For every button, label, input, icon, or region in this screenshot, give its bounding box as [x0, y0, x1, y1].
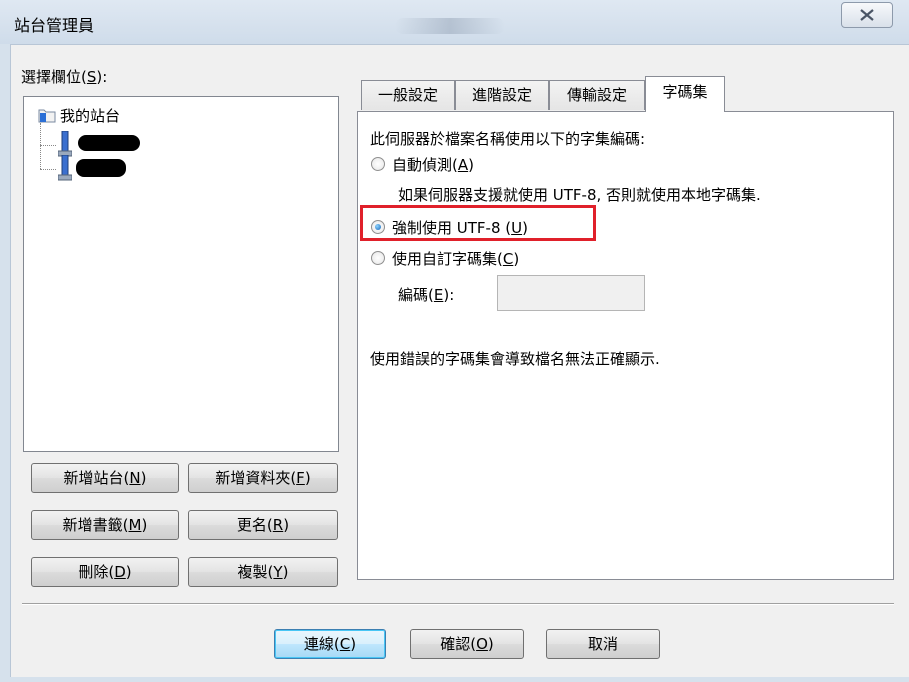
redacted-site-name — [76, 159, 126, 177]
delete-button[interactable]: 刪除(D) — [31, 557, 179, 587]
window-frame-left — [0, 44, 11, 682]
cancel-button[interactable]: 取消 — [546, 629, 660, 659]
close-icon — [860, 9, 874, 21]
tree-connector — [40, 123, 41, 169]
server-icon — [58, 155, 72, 181]
tab-general[interactable]: 一般設定 — [361, 80, 455, 110]
radio-custom-charset[interactable] — [371, 251, 385, 265]
tree-connector — [40, 169, 56, 170]
tree-root-label: 我的站台 — [60, 107, 121, 125]
auto-detect-description: 如果伺服器支援就使用 UTF-8, 否則就使用本地字碼集. — [398, 186, 761, 204]
folder-icon — [38, 109, 56, 123]
encoding-input[interactable] — [497, 275, 645, 311]
new-folder-button[interactable]: 新增資料夾(F) — [188, 463, 338, 493]
encoding-label: 編碼(E): — [398, 286, 455, 304]
copy-button[interactable]: 複製(Y) — [188, 557, 338, 587]
annotation-highlight-box — [360, 205, 596, 241]
ok-button[interactable]: 確認(O) — [410, 629, 524, 659]
custom-charset-label[interactable]: 使用自訂字碼集(C) — [392, 248, 519, 269]
connect-button[interactable]: 連線(C) — [274, 629, 386, 659]
close-button[interactable] — [841, 2, 893, 28]
auto-detect-label[interactable]: 自動偵測(A) — [392, 154, 474, 175]
site-tree[interactable]: 我的站台 — [23, 96, 339, 452]
window-title: 站台管理員 — [14, 16, 95, 35]
title-blur-decoration — [395, 18, 505, 34]
tree-connector — [40, 145, 56, 146]
tab-transfer[interactable]: 傳輸設定 — [549, 80, 645, 110]
title-bar[interactable]: 站台管理員 — [0, 0, 909, 45]
redacted-site-name — [78, 135, 140, 151]
server-icon — [58, 131, 72, 157]
charset-panel: 此伺服器於檔案名稱使用以下的字集編碼: 自動偵測(A) 如果伺服器支援就使用 U… — [357, 111, 894, 580]
charset-warning: 使用錯誤的字碼集會導致檔名無法正確顯示. — [370, 350, 660, 368]
tab-advanced[interactable]: 進階設定 — [455, 80, 549, 110]
separator — [22, 603, 894, 605]
charset-heading: 此伺服器於檔案名稱使用以下的字集編碼: — [370, 130, 646, 148]
radio-auto-detect[interactable] — [371, 157, 385, 171]
new-bookmark-button[interactable]: 新增書籤(M) — [31, 510, 179, 540]
window-frame-bottom — [0, 677, 909, 682]
new-site-button[interactable]: 新增站台(N) — [31, 463, 179, 493]
rename-button[interactable]: 更名(R) — [188, 510, 338, 540]
tab-charset[interactable]: 字碼集 — [645, 76, 725, 112]
site-manager-window: 站台管理員 選擇欄位(S): 我的站台 新增站台(N) 新增資料夾(F) 新增書… — [0, 0, 909, 682]
select-entry-label: 選擇欄位(S): — [21, 68, 108, 86]
